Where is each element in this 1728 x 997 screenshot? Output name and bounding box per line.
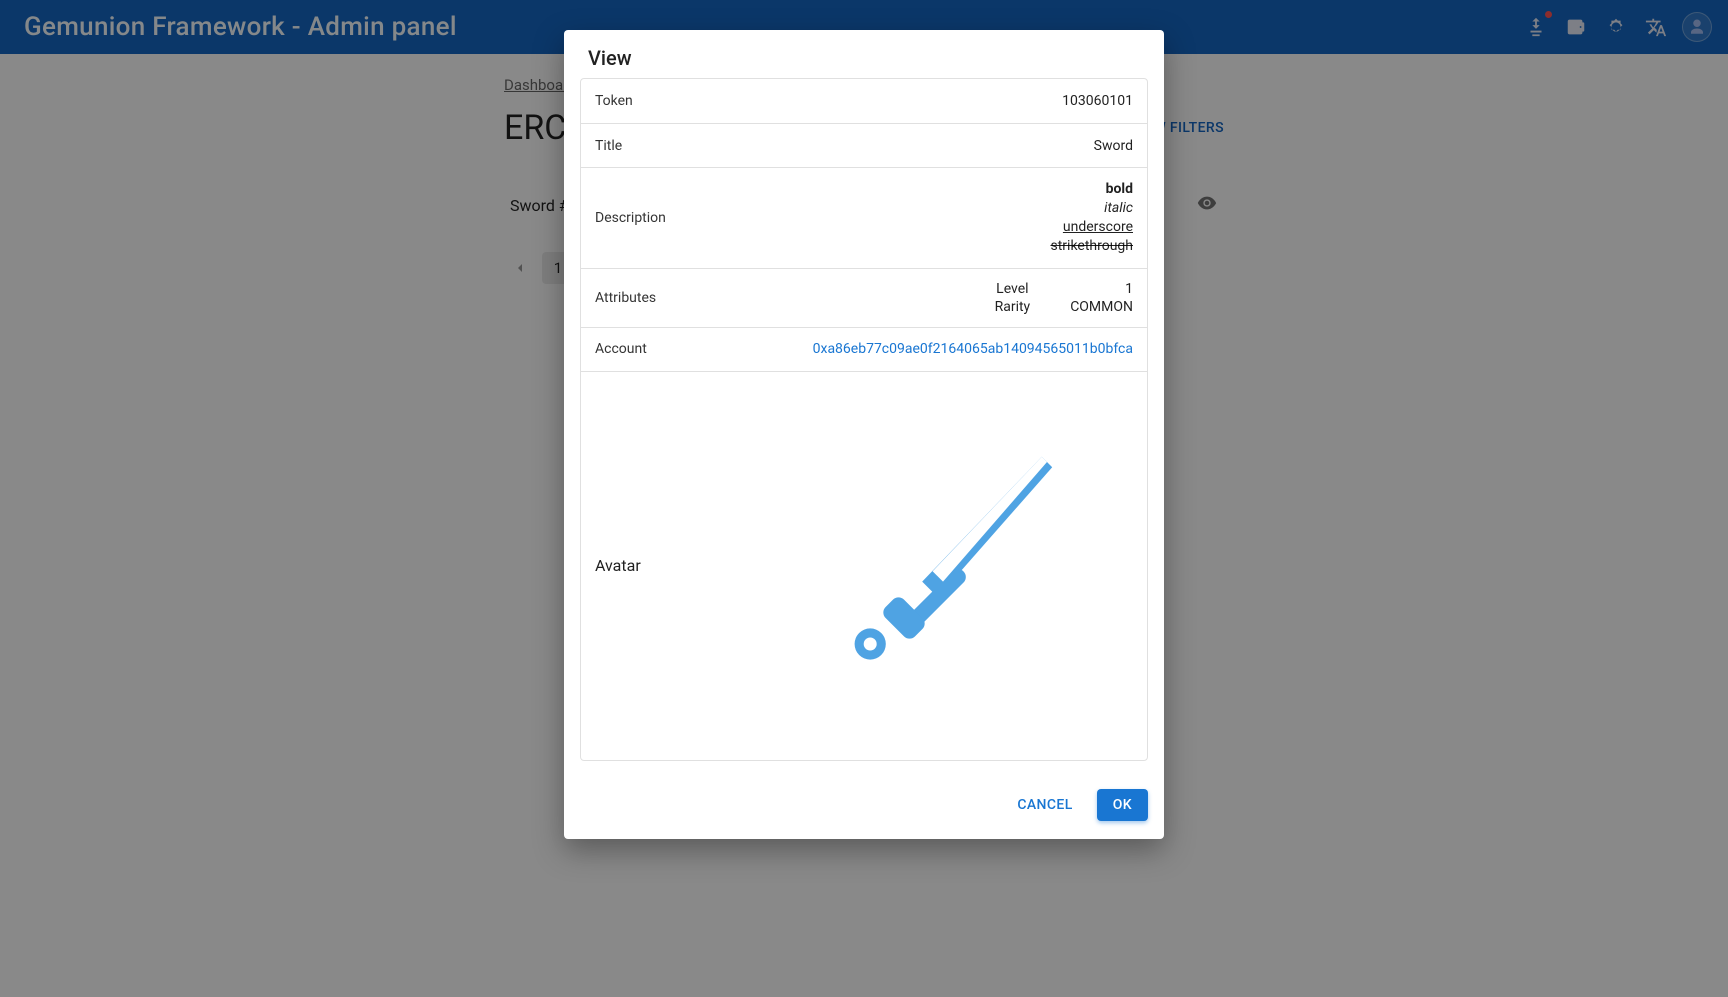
row-title-key: Title <box>595 138 622 154</box>
row-description: Description bold italic underscore strik… <box>581 167 1147 268</box>
attr-level-value: 1 <box>1125 281 1133 297</box>
row-avatar-key: Avatar <box>595 556 641 575</box>
dialog-actions: CANCEL OK <box>564 777 1164 839</box>
desc-underscore: underscore <box>1063 219 1133 235</box>
ok-button[interactable]: OK <box>1097 789 1148 821</box>
row-account-key: Account <box>595 341 647 357</box>
view-dialog: View Token 103060101 Title Sword Descrip… <box>564 30 1164 839</box>
attr-rarity-label: Rarity <box>995 299 1031 315</box>
row-attributes: Attributes Level Rarity 1 COMMON <box>581 268 1147 327</box>
sword-icon <box>813 436 1073 696</box>
row-token-key: Token <box>595 93 633 109</box>
row-token-val: 103060101 <box>1062 93 1133 109</box>
desc-bold: bold <box>1106 181 1133 197</box>
dialog-title: View <box>564 30 1164 78</box>
row-attributes-key: Attributes <box>595 290 656 306</box>
attr-rarity-value: COMMON <box>1070 299 1133 315</box>
dialog-backdrop[interactable]: View Token 103060101 Title Sword Descrip… <box>0 0 1728 997</box>
attr-level-label: Level <box>996 281 1028 297</box>
row-token: Token 103060101 <box>581 79 1147 123</box>
row-description-key: Description <box>595 210 666 226</box>
desc-strikethrough: strikethrough <box>1050 238 1133 254</box>
row-title-val: Sword <box>1094 138 1133 154</box>
row-description-val: bold italic underscore strikethrough <box>1050 180 1133 256</box>
account-link[interactable]: 0xa86eb77c09ae0f2164065ab14094565011b0bf… <box>813 341 1133 357</box>
desc-italic: italic <box>1104 200 1133 216</box>
row-account: Account 0xa86eb77c09ae0f2164065ab1409456… <box>581 327 1147 371</box>
row-avatar: Avatar <box>581 371 1147 760</box>
cancel-button[interactable]: CANCEL <box>1001 789 1088 821</box>
avatar-image <box>753 386 1133 746</box>
row-title: Title Sword <box>581 123 1147 167</box>
